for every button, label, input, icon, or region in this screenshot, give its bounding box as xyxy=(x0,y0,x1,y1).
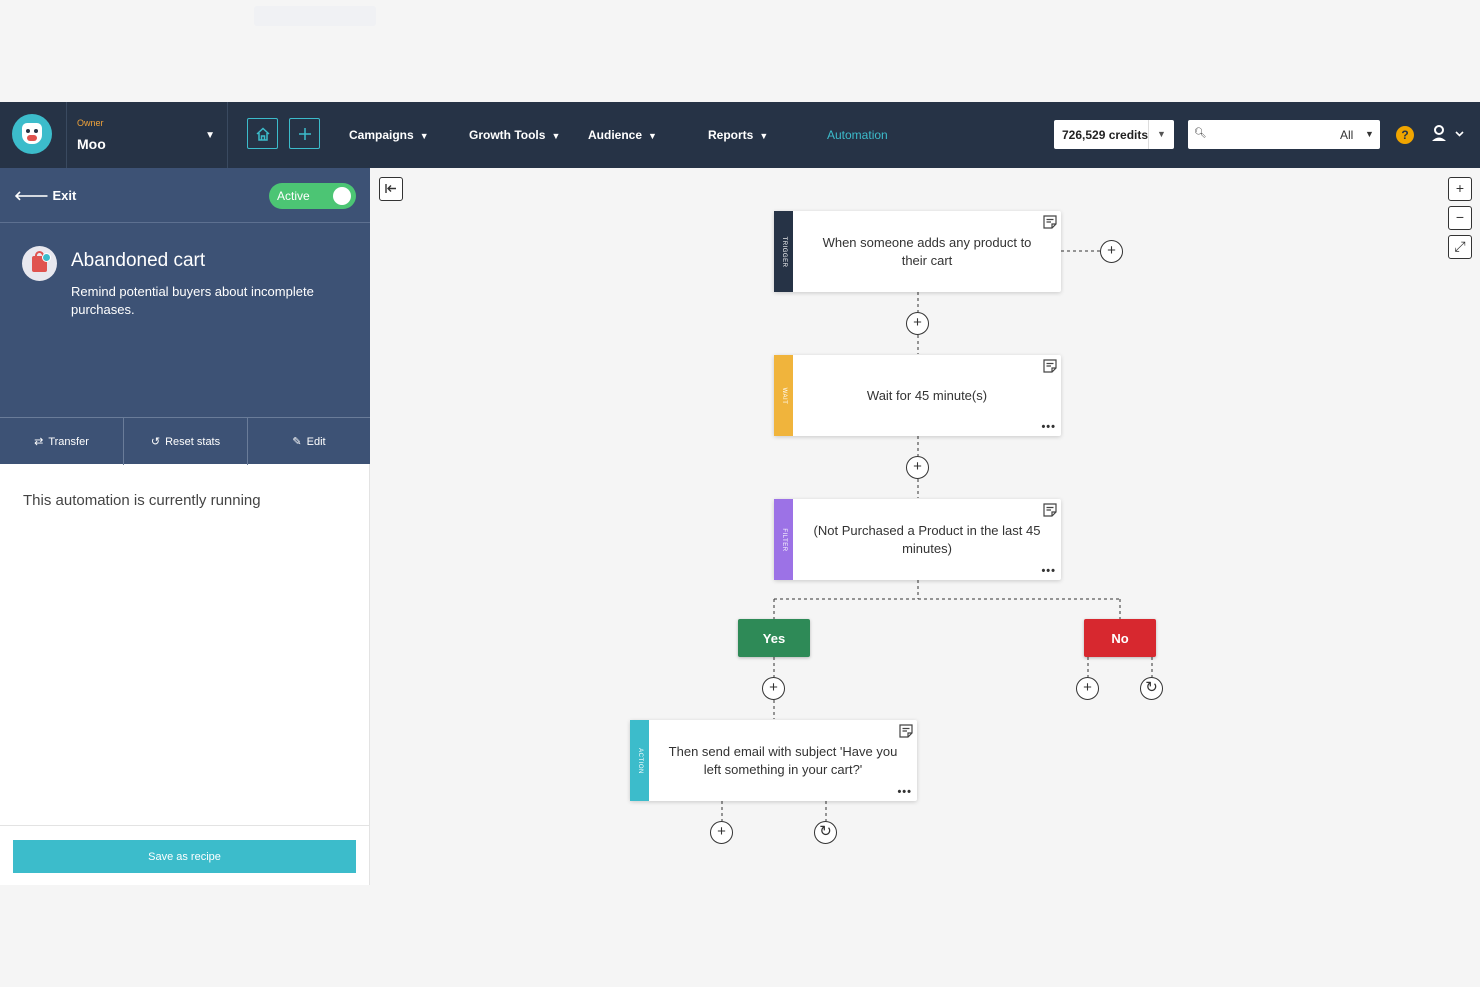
more-options-icon[interactable]: ••• xyxy=(1041,566,1056,577)
more-options-icon[interactable]: ••• xyxy=(1041,422,1056,433)
note-icon[interactable] xyxy=(1042,214,1058,230)
loop-step-button[interactable]: ↻ xyxy=(1140,677,1163,700)
add-step-button[interactable]: + xyxy=(762,677,785,700)
plus-icon: + xyxy=(1083,679,1092,696)
plus-icon: + xyxy=(1107,242,1116,259)
flow-connectors xyxy=(721,250,1153,821)
more-options-icon[interactable]: ••• xyxy=(897,787,912,798)
filter-text: (Not Purchased a Product in the last 45 … xyxy=(813,522,1041,556)
wait-tag: WAIT xyxy=(774,355,793,436)
note-icon[interactable] xyxy=(1042,358,1058,374)
wait-text: Wait for 45 minute(s) xyxy=(866,387,988,403)
trigger-text: When someone adds any product to their c… xyxy=(822,234,1032,268)
action-tag: ACTION xyxy=(630,720,649,801)
no-branch[interactable]: No xyxy=(1084,619,1156,657)
add-step-button[interactable]: + xyxy=(1100,240,1123,263)
trigger-tag: TRIGGER xyxy=(774,211,793,292)
plus-icon: + xyxy=(913,458,922,475)
trigger-node[interactable]: TRIGGER When someone adds any product to… xyxy=(774,211,1061,292)
filter-node[interactable]: FILTER (Not Purchased a Product in the l… xyxy=(774,499,1061,580)
plus-icon: + xyxy=(717,823,726,840)
bottom-margin xyxy=(0,885,370,987)
action-node[interactable]: ACTION Then send email with subject 'Hav… xyxy=(630,720,917,801)
bottom-margin xyxy=(370,885,1480,987)
add-step-button[interactable]: + xyxy=(1076,677,1099,700)
note-icon[interactable] xyxy=(898,723,914,739)
add-step-button[interactable]: + xyxy=(906,456,929,479)
loop-step-button[interactable]: ↻ xyxy=(814,821,837,844)
wait-node[interactable]: WAIT Wait for 45 minute(s) ••• xyxy=(774,355,1061,436)
action-text: Then send email with subject 'Have you l… xyxy=(668,743,898,777)
add-step-button[interactable]: + xyxy=(710,821,733,844)
refresh-icon: ↻ xyxy=(1145,679,1158,696)
add-step-button[interactable]: + xyxy=(906,312,929,335)
plus-icon: + xyxy=(913,314,922,331)
filter-tag: FILTER xyxy=(774,499,793,580)
plus-icon: + xyxy=(769,679,778,696)
yes-branch[interactable]: Yes xyxy=(738,619,810,657)
refresh-icon: ↻ xyxy=(819,823,832,840)
note-icon[interactable] xyxy=(1042,502,1058,518)
